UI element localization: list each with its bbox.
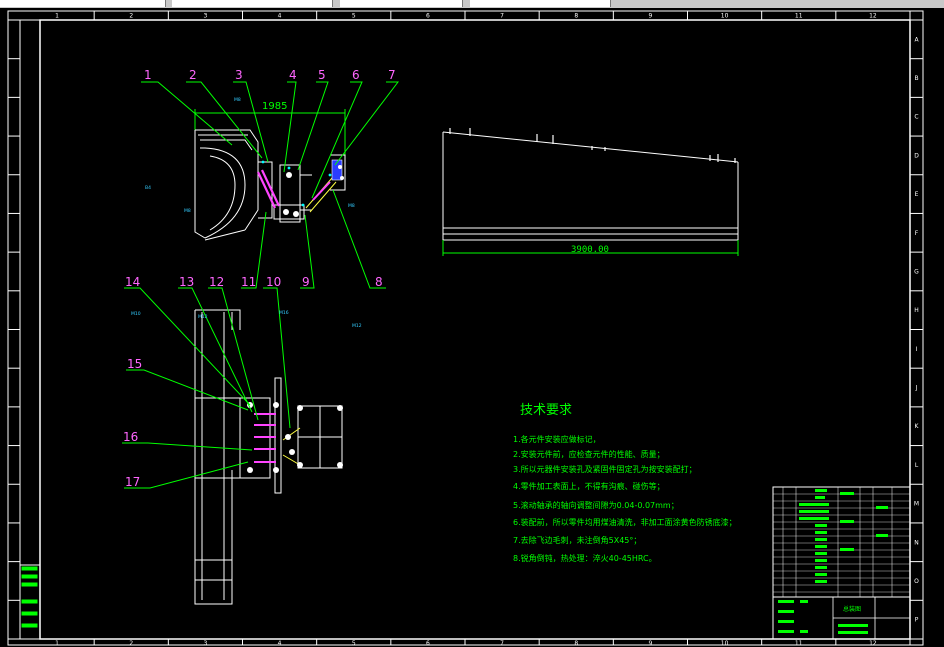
balloon-16: 16 (123, 430, 138, 444)
balloon-5: 5 (318, 68, 326, 82)
grid-column-label: 5 (352, 640, 356, 647)
tech-title: 技术要求 (520, 403, 572, 418)
grid-row-label: H (914, 307, 919, 314)
tech-item: 5.滚动轴承的轴向调整间隙为0.04-0.07mm； (513, 500, 679, 510)
balloon-9: 9 (302, 275, 310, 289)
grid-row-label: P (915, 617, 919, 624)
view-label: M12 (352, 323, 362, 329)
grid-row-label: M (914, 501, 919, 508)
grid-column-label: 6 (426, 13, 430, 20)
grid-row-label: L (915, 462, 919, 469)
balloon-13: 13 (179, 275, 194, 289)
balloon-6: 6 (352, 68, 360, 82)
dimension-side-length: 3900.00 (571, 245, 609, 255)
grid-column-label: 2 (129, 13, 133, 20)
balloon-15: 15 (127, 357, 142, 371)
grid-labels: 112233445566778899101011111212ABCDEFGHIJ… (55, 13, 919, 647)
grid-row-label: E (915, 191, 919, 198)
grid-column-label: 11 (795, 13, 803, 20)
balloon-17: 17 (125, 475, 140, 489)
dimension-top-width: 1985 (262, 101, 287, 112)
view-label: M8 (184, 208, 191, 214)
grid-column-label: 12 (869, 13, 877, 20)
grid-column-label: 4 (278, 13, 282, 20)
grid-column-label: 6 (426, 640, 430, 647)
balloon-14: 14 (125, 275, 140, 289)
tech-item: 1.各元件安装应做标记， (513, 434, 601, 444)
grid-column-label: 3 (204, 640, 208, 647)
grid-column-label: 10 (721, 640, 729, 647)
cad-drawing-canvas[interactable]: 112233445566778899101011111212ABCDEFGHIJ… (0, 0, 944, 647)
view-label: M8 (234, 97, 241, 103)
grid-column-label: 1 (55, 640, 59, 647)
grid-column-label: 8 (574, 640, 578, 647)
grid-column-label: 1 (55, 13, 59, 20)
grid-column-label: 3 (204, 13, 208, 20)
balloon-8: 8 (375, 275, 383, 289)
front-view: M10 M12 M16 M12 (122, 287, 362, 605)
side-view: 3900.00 (442, 128, 739, 256)
grid-column-label: 8 (574, 13, 578, 20)
grid-row-label: J (915, 385, 918, 392)
grid-column-label: 12 (869, 640, 877, 647)
balloon-4: 4 (289, 68, 297, 82)
balloon-3: 3 (235, 68, 243, 82)
view-label: B4 (145, 185, 151, 191)
grid-row-label: N (914, 539, 919, 546)
grid-column-label: 5 (352, 13, 356, 20)
grid-row-label: O (914, 578, 919, 585)
balloon-10: 10 (266, 275, 281, 289)
grid-row-label: C (914, 114, 918, 121)
balloon-7: 7 (388, 68, 396, 82)
revision-strip (19, 564, 41, 640)
tech-item: 8.锐角倒钝，热处理：淬火40-45HRC。 (513, 553, 657, 563)
balloon-12: 12 (209, 275, 224, 289)
balloon-1: 1 (144, 68, 152, 82)
tech-item: 4.零件加工表面上，不得有沟痕、碰伤等； (513, 481, 665, 491)
top-view: 1985 M8 B4 M8 M8 (141, 81, 400, 289)
title-block-name: 总装图 (843, 605, 861, 613)
tech-item: 6.装配前，所以零件均用煤油清洗，非加工面涂黄色防锈底漆； (513, 517, 737, 527)
tech-item: 3.所以元器件安装孔及紧固件固定孔为按安装配打； (513, 464, 697, 474)
grid-row-label: A (914, 36, 919, 43)
view-label: M10 (131, 311, 141, 317)
tech-item: 2.安装元件前，应检查元件的性能、质量； (513, 449, 665, 459)
grid-column-label: 2 (129, 640, 133, 647)
grid-row-label: G (914, 268, 919, 275)
grid-column-label: 9 (649, 640, 653, 647)
grid-row-label: D (914, 152, 919, 159)
view-label: M8 (348, 203, 355, 209)
title-block: 总装图 (772, 486, 911, 640)
grid-column-label: 7 (500, 640, 504, 647)
grid-row-label: B (914, 75, 918, 82)
grid-column-label: 7 (500, 13, 504, 20)
grid-row-label: F (915, 230, 919, 237)
grid-column-label: 11 (795, 640, 803, 647)
tech-item: 7.去除飞边毛刺，未注倒角5X45°； (513, 535, 641, 545)
grid-row-label: I (916, 346, 918, 353)
view-label: M12 (198, 314, 208, 320)
grid-column-label: 10 (721, 13, 729, 20)
balloon-11: 11 (241, 275, 256, 289)
grid-column-label: 4 (278, 640, 282, 647)
view-label: M16 (279, 310, 289, 316)
technical-requirements: 技术要求 1.各元件安装应做标记， 2.安装元件前，应检查元件的性能、质量； 3… (513, 403, 737, 563)
grid-column-label: 9 (649, 13, 653, 20)
grid-row-label: K (915, 423, 920, 430)
balloon-2: 2 (189, 68, 197, 82)
